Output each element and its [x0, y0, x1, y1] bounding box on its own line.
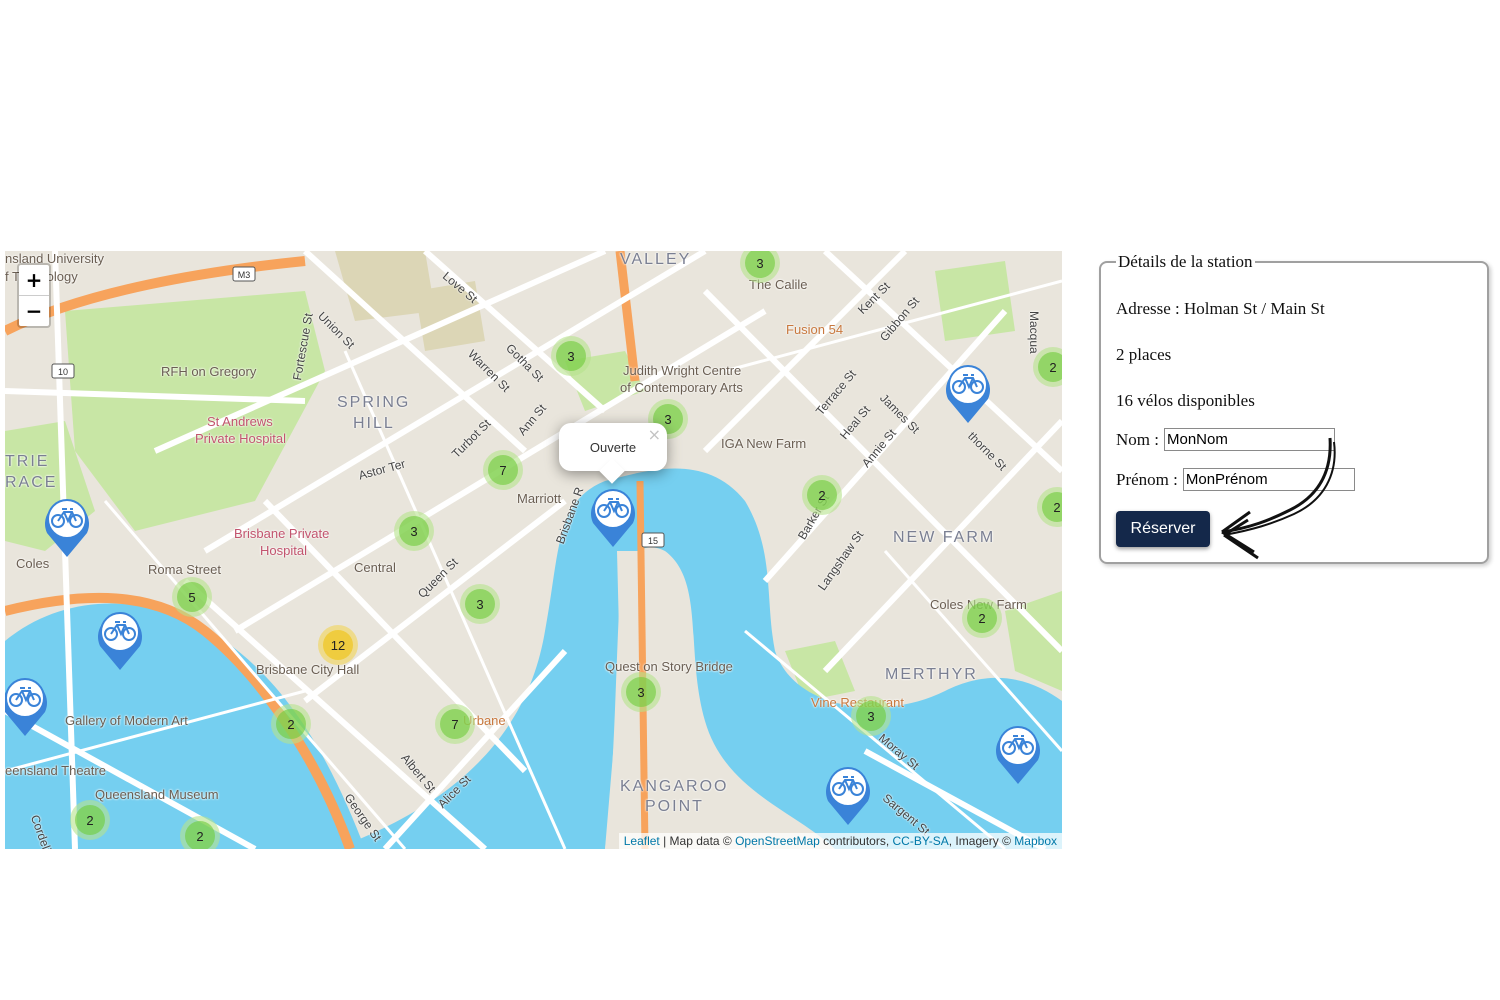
poi-label: IGA New Farm [721, 436, 807, 451]
poi-label: Marriott [517, 491, 562, 506]
cluster-count: 2 [1038, 352, 1062, 382]
bike-station-marker-icon[interactable] [943, 363, 993, 425]
cluster-count: 2 [276, 709, 306, 739]
popup-status-text: Ouverte [589, 439, 637, 455]
hand-drawn-arrow-icon [1221, 437, 1336, 560]
station-popup: × Ouverte [559, 423, 667, 484]
area-label: MERTHYR [885, 666, 978, 683]
poi-label: Judith Wright Centre [623, 363, 742, 378]
station-cluster[interactable]: 2 [802, 475, 842, 515]
poi-label: Queensland Museum [95, 787, 219, 802]
bike-station-marker-icon[interactable] [588, 487, 638, 549]
station-cluster[interactable]: 2 [962, 598, 1002, 638]
cluster-count: 3 [745, 251, 775, 278]
bike-station-marker-icon[interactable] [95, 610, 145, 672]
license-link[interactable]: CC-BY-SA [893, 834, 949, 848]
cluster-count: 5 [177, 582, 207, 612]
station-cluster[interactable]: 3 [621, 672, 661, 712]
station-cluster[interactable]: 12 [318, 625, 358, 665]
poi-label: RFH on Gregory [161, 364, 257, 379]
attribution-text-2: contributors, [819, 834, 893, 848]
cluster-count: 3 [465, 589, 495, 619]
area-label: TRIE [5, 453, 50, 470]
poi-label: eensland Theatre [5, 763, 106, 778]
poi-label: Quest on Story Bridge [605, 659, 733, 674]
bike-station-marker-icon[interactable] [42, 497, 92, 559]
cluster-count: 12 [323, 630, 353, 660]
openstreetmap-link[interactable]: OpenStreetMap [735, 834, 820, 848]
poi-label: Brisbane Private [234, 526, 330, 541]
cluster-count: 7 [488, 455, 518, 485]
station-cluster[interactable]: 7 [435, 704, 475, 744]
cluster-count: 3 [556, 341, 586, 371]
svg-text:10: 10 [58, 367, 68, 377]
station-cluster[interactable]: 3 [394, 511, 434, 551]
bike-station-marker-icon[interactable] [5, 676, 50, 738]
station-cluster[interactable]: 3 [851, 696, 891, 736]
map[interactable]: M3 10 15 SPRING HILL VALLEY NEW FARM MERTHYR… [5, 251, 1062, 849]
poi-label: Fusion 54 [786, 322, 844, 337]
poi-label: Brisbane City Hall [256, 662, 360, 677]
station-cluster[interactable]: 3 [460, 584, 500, 624]
area-label: POINT [645, 798, 704, 815]
station-bikes-available: 16 vélos disponibles [1116, 391, 1255, 410]
area-label: RACE [5, 474, 58, 491]
attribution-text-3: , Imagery © [948, 834, 1015, 848]
nom-label: Nom : [1116, 429, 1159, 449]
zoom-out-button[interactable]: − [19, 295, 49, 326]
poi-label: Roma Street [148, 562, 221, 577]
cluster-count: 3 [856, 701, 886, 731]
attribution-text-1: | Map data © [659, 834, 736, 848]
poi-label: of Contemporary Arts [620, 380, 743, 395]
poi-label: Private Hospital [195, 431, 287, 446]
cluster-count: 3 [399, 516, 429, 546]
svg-text:15: 15 [648, 536, 658, 546]
station-address: Adresse : Holman St / Main St [1116, 299, 1325, 318]
prenom-label: Prénom : [1116, 469, 1178, 489]
map-attribution: Leaflet | Map data © OpenStreetMap contr… [618, 833, 1062, 849]
cluster-count: 7 [440, 709, 470, 739]
leaflet-link[interactable]: Leaflet [624, 834, 660, 848]
area-label: HILL [353, 415, 395, 432]
poi-label: Central [354, 560, 396, 575]
station-cluster[interactable]: 3 [551, 336, 591, 376]
station-places: 2 places [1116, 345, 1172, 364]
cluster-count: 2 [185, 821, 215, 849]
area-label: SPRING [337, 394, 411, 411]
svg-text:M3: M3 [238, 270, 251, 280]
street-label: Macqua [1027, 311, 1041, 354]
area-label: VALLEY [620, 251, 692, 268]
cluster-count: 3 [626, 677, 656, 707]
mapbox-link[interactable]: Mapbox [1014, 834, 1057, 848]
area-label: NEW FARM [893, 529, 996, 546]
station-cluster[interactable]: 5 [172, 577, 212, 617]
bike-station-marker-icon[interactable] [823, 765, 873, 827]
poi-label: Hospital [260, 543, 307, 558]
cluster-count: 2 [75, 805, 105, 835]
bike-station-marker-icon[interactable] [993, 724, 1043, 786]
poi-label: St Andrews [207, 414, 273, 429]
station-cluster[interactable]: 7 [483, 450, 523, 490]
station-cluster[interactable]: 2 [180, 816, 220, 849]
reserve-button[interactable]: Réserver [1116, 511, 1210, 547]
cluster-count: 2 [967, 603, 997, 633]
poi-label: Gallery of Modern Art [65, 713, 188, 728]
zoom-in-button[interactable]: + [19, 265, 49, 295]
zoom-control: + − [17, 263, 51, 328]
popup-close-button[interactable]: × [648, 425, 661, 444]
station-details-legend: Détails de la station [1118, 252, 1253, 271]
station-cluster[interactable]: 2 [70, 800, 110, 840]
cluster-count: 2 [1042, 492, 1062, 522]
cluster-count: 2 [807, 480, 837, 510]
area-label: KANGAROO [620, 778, 729, 795]
station-cluster[interactable]: 2 [271, 704, 311, 744]
